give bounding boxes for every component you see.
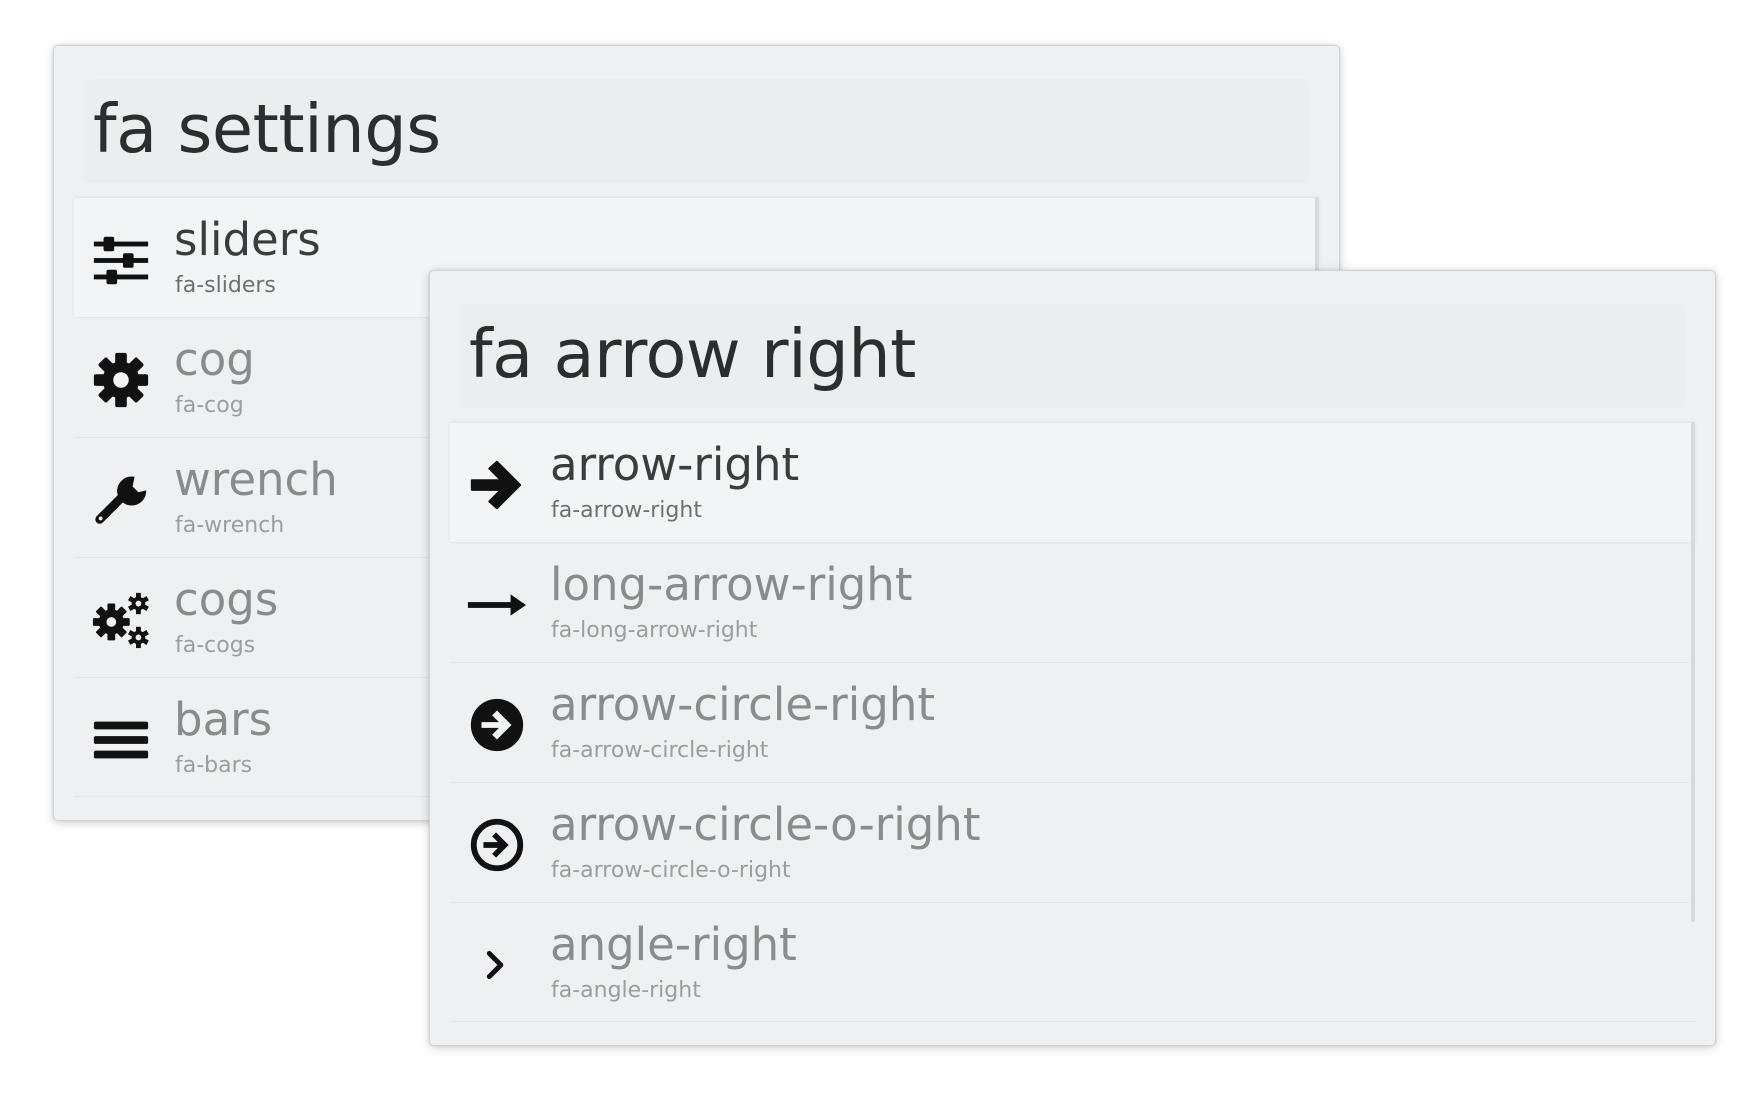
result-title: sliders <box>174 213 321 266</box>
result-item-long-arrow-right[interactable]: long-arrow-right fa-long-arrow-right <box>450 542 1695 662</box>
result-title: cog <box>174 333 255 386</box>
result-subtitle: fa-cog <box>175 393 244 418</box>
sliders-icon <box>90 229 152 291</box>
result-item-arrow-circle-right[interactable]: arrow-circle-right fa-arrow-circle-right <box>450 662 1695 782</box>
results-list: arrow-right fa-arrow-right long-arrow-ri… <box>450 422 1695 1022</box>
result-subtitle: fa-bars <box>175 753 253 778</box>
result-subtitle: fa-sliders <box>175 273 276 298</box>
result-subtitle: fa-arrow-right <box>551 498 702 523</box>
result-item-angle-right[interactable]: angle-right fa-angle-right <box>450 902 1695 1022</box>
result-title: arrow-circle-right <box>550 678 936 731</box>
result-item-arrow-right[interactable]: arrow-right fa-arrow-right <box>450 422 1695 542</box>
result-subtitle: fa-angle-right <box>551 978 701 1003</box>
result-subtitle: fa-arrow-circle-right <box>551 738 769 763</box>
search-query[interactable]: fa arrow right <box>469 314 916 394</box>
result-subtitle: fa-arrow-circle-o-right <box>551 858 791 883</box>
cogs-icon <box>90 589 152 651</box>
result-title: angle-right <box>550 918 797 971</box>
launcher-window-arrow: fa arrow right arrow-right fa-arrow-righ… <box>429 270 1716 1046</box>
arrow-right-icon <box>466 454 528 516</box>
result-subtitle: fa-wrench <box>175 513 285 538</box>
result-title: arrow-circle-o-right <box>550 798 981 851</box>
search-box[interactable]: fa arrow right <box>460 304 1685 408</box>
angle-right-icon <box>466 934 528 996</box>
wrench-icon <box>90 469 152 531</box>
search-box[interactable]: fa settings <box>84 79 1309 183</box>
result-title: cogs <box>174 573 279 626</box>
result-title: long-arrow-right <box>550 558 913 611</box>
long-arrow-right-icon <box>466 574 528 636</box>
scrollbar[interactable] <box>1691 422 1695 922</box>
search-query[interactable]: fa settings <box>93 89 441 169</box>
result-title: arrow-right <box>550 438 800 491</box>
result-subtitle: fa-long-arrow-right <box>551 618 758 643</box>
arrow-circle-right-icon <box>466 694 528 756</box>
arrow-circle-o-right-icon <box>466 814 528 876</box>
result-item-arrow-circle-o-right[interactable]: arrow-circle-o-right fa-arrow-circle-o-r… <box>450 782 1695 902</box>
result-subtitle: fa-cogs <box>175 633 256 658</box>
result-title: bars <box>174 693 273 746</box>
cog-icon <box>90 349 152 411</box>
bars-icon <box>90 709 152 771</box>
result-title: wrench <box>174 453 338 506</box>
